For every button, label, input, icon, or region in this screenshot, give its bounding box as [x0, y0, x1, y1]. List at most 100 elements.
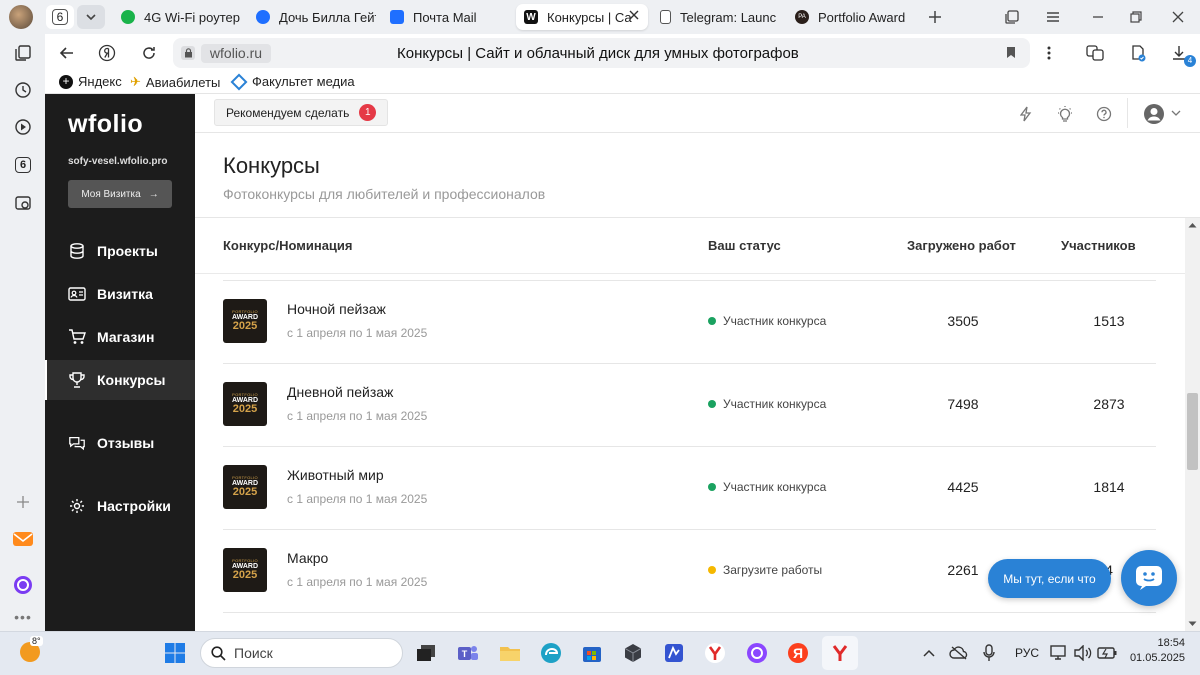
- bookmark-label: Авиабилеты: [145, 74, 221, 90]
- search-placeholder: Поиск: [234, 645, 273, 661]
- extension-icon[interactable]: [1127, 43, 1149, 63]
- cube-app-icon[interactable]: [620, 640, 646, 666]
- restore-icon[interactable]: [1126, 7, 1146, 27]
- translate-icon[interactable]: [1085, 43, 1105, 63]
- menu-icon[interactable]: [1043, 7, 1063, 27]
- my-card-button[interactable]: Моя Визитка →: [68, 180, 172, 208]
- tab-gates-article[interactable]: Дочь Билла Гейт: [248, 4, 376, 30]
- bookmark-media[interactable]: Факультет медиа: [230, 73, 355, 90]
- contest-name[interactable]: Макро: [287, 550, 328, 566]
- contest-name[interactable]: Ночной пейзаж: [287, 301, 386, 317]
- url-field[interactable]: wfolio.ru Конкурсы | Сайт и облачный дис…: [173, 38, 1030, 68]
- weather-widget[interactable]: 8°: [20, 636, 44, 664]
- alice-taskbar-icon[interactable]: [744, 640, 770, 666]
- table-row[interactable]: PORTFOLIO AWARD 2025 Ночной пейзаж с 1 апр…: [223, 281, 1156, 364]
- user-avatar-icon[interactable]: [1142, 102, 1166, 126]
- taskbar-search[interactable]: Поиск: [200, 638, 403, 668]
- arrow-right-icon: →: [148, 188, 159, 200]
- yandex-browser-active-icon[interactable]: [822, 636, 858, 670]
- sidebar-item-card[interactable]: Визитка: [45, 274, 195, 314]
- table-row[interactable]: PORTFOLIO AWARD 2025 Дневной пейзаж с 1 ап…: [223, 364, 1156, 447]
- tab-count-rail-icon[interactable]: 6: [12, 154, 34, 176]
- col-header-uploaded: Загружено работ: [907, 238, 1016, 253]
- yandex-browser-icon[interactable]: [702, 640, 728, 666]
- language-indicator[interactable]: РУС: [1015, 646, 1039, 660]
- edge-icon[interactable]: [538, 640, 564, 666]
- yandex-logo-icon[interactable]: [97, 43, 117, 63]
- tab-count-label: 6: [14, 157, 32, 173]
- sidebar-item-label: Проекты: [97, 243, 158, 259]
- reload-icon[interactable]: [139, 43, 159, 63]
- new-tab-button[interactable]: [924, 6, 946, 28]
- collections-icon[interactable]: [1002, 7, 1022, 27]
- tab-portfolio-award[interactable]: PA Portfolio Award: [787, 4, 915, 30]
- page-scrollbar[interactable]: [1185, 218, 1200, 631]
- tab-telegram[interactable]: Telegram: Launc: [652, 4, 782, 30]
- play-icon[interactable]: [12, 116, 34, 138]
- contest-name[interactable]: Дневной пейзаж: [287, 384, 393, 400]
- microphone-icon[interactable]: [976, 640, 1002, 666]
- status-label: Загрузите работы: [723, 563, 823, 577]
- tab-label: Portfolio Award: [818, 9, 906, 25]
- lightning-icon[interactable]: [1015, 103, 1037, 125]
- more-icon[interactable]: •••: [12, 606, 34, 628]
- document-favicon-icon: [660, 10, 671, 24]
- start-button[interactable]: [162, 640, 188, 666]
- volume-icon[interactable]: [1070, 640, 1096, 666]
- scroll-up-arrow-icon[interactable]: [1188, 222, 1197, 228]
- tab-router[interactable]: 4G Wi-Fi роутер: [113, 4, 243, 30]
- display-icon[interactable]: [1046, 640, 1072, 666]
- tab-mail[interactable]: Почта Mail: [382, 4, 510, 30]
- clock[interactable]: 18:54 01.05.2025: [1127, 636, 1185, 666]
- tab-list-dropdown[interactable]: [77, 5, 105, 29]
- sidebar-item-label: Визитка: [97, 286, 153, 302]
- back-icon[interactable]: [57, 43, 77, 63]
- tray-chevron-up-icon[interactable]: [916, 640, 942, 666]
- screenshot-icon[interactable]: [12, 192, 34, 214]
- scrollbar-thumb[interactable]: [1187, 393, 1198, 470]
- teams-icon[interactable]: T: [455, 640, 481, 666]
- bookmark-flag-icon[interactable]: [1006, 46, 1016, 59]
- task-view-icon[interactable]: [413, 640, 439, 666]
- alice-rail-icon[interactable]: [12, 574, 34, 596]
- tab-konkursy-active[interactable]: W Конкурсы | Са: [516, 4, 648, 30]
- collections-rail-icon[interactable]: [12, 42, 34, 64]
- download-icon[interactable]: 4: [1168, 43, 1196, 67]
- mail-rail-icon[interactable]: [12, 528, 34, 550]
- chat-bubble[interactable]: Мы тут, если что: [988, 559, 1111, 598]
- chevron-down-icon[interactable]: [1169, 106, 1183, 120]
- table-row[interactable]: PORTFOLIO AWARD 2025 Животный мир с 1 апре…: [223, 447, 1156, 530]
- status-dot-icon: [708, 483, 716, 491]
- sidebar-item-contests[interactable]: Конкурсы: [45, 360, 195, 400]
- help-icon[interactable]: [1093, 103, 1115, 125]
- history-icon[interactable]: [12, 79, 34, 101]
- sidebar-item-settings[interactable]: Настройки: [45, 486, 195, 526]
- browser-tab-strip: 6 4G Wi-Fi роутер Дочь Билла Гейт Почта …: [0, 0, 1200, 34]
- file-explorer-icon[interactable]: [497, 640, 523, 666]
- close-window-icon[interactable]: [1168, 7, 1188, 27]
- more-vertical-icon[interactable]: [1039, 43, 1059, 63]
- profile-avatar[interactable]: [9, 5, 33, 29]
- tab-counter-button[interactable]: 6: [46, 5, 74, 29]
- close-tab-icon[interactable]: [629, 10, 639, 20]
- sidebar-item-shop[interactable]: Магазин: [45, 317, 195, 357]
- minimize-icon[interactable]: [1088, 7, 1108, 27]
- yandex-icon[interactable]: Я: [785, 640, 811, 666]
- recommend-button[interactable]: Рекомендуем сделать 1: [214, 99, 388, 126]
- store-icon[interactable]: [579, 640, 605, 666]
- site-address[interactable]: sofy-vesel.wfolio.pro: [68, 156, 167, 167]
- lightbulb-icon[interactable]: [1054, 103, 1076, 125]
- lock-icon: [181, 46, 195, 60]
- editor-app-icon[interactable]: [661, 640, 687, 666]
- battery-icon[interactable]: [1094, 640, 1120, 666]
- chat-open-button[interactable]: [1121, 550, 1177, 606]
- sidebar-item-projects[interactable]: Проекты: [45, 231, 195, 271]
- sidebar-item-reviews[interactable]: Отзывы: [45, 423, 195, 463]
- add-panel-icon[interactable]: [12, 491, 34, 513]
- bookmark-yandex[interactable]: + Яндекс: [59, 74, 122, 89]
- scroll-down-arrow-icon[interactable]: [1188, 621, 1197, 627]
- bookmark-avia[interactable]: ✈ Авиабилеты: [130, 74, 220, 90]
- wfolio-logo[interactable]: wfolio: [68, 110, 143, 139]
- contest-name[interactable]: Животный мир: [287, 467, 384, 483]
- cloud-sync-icon[interactable]: [946, 640, 972, 666]
